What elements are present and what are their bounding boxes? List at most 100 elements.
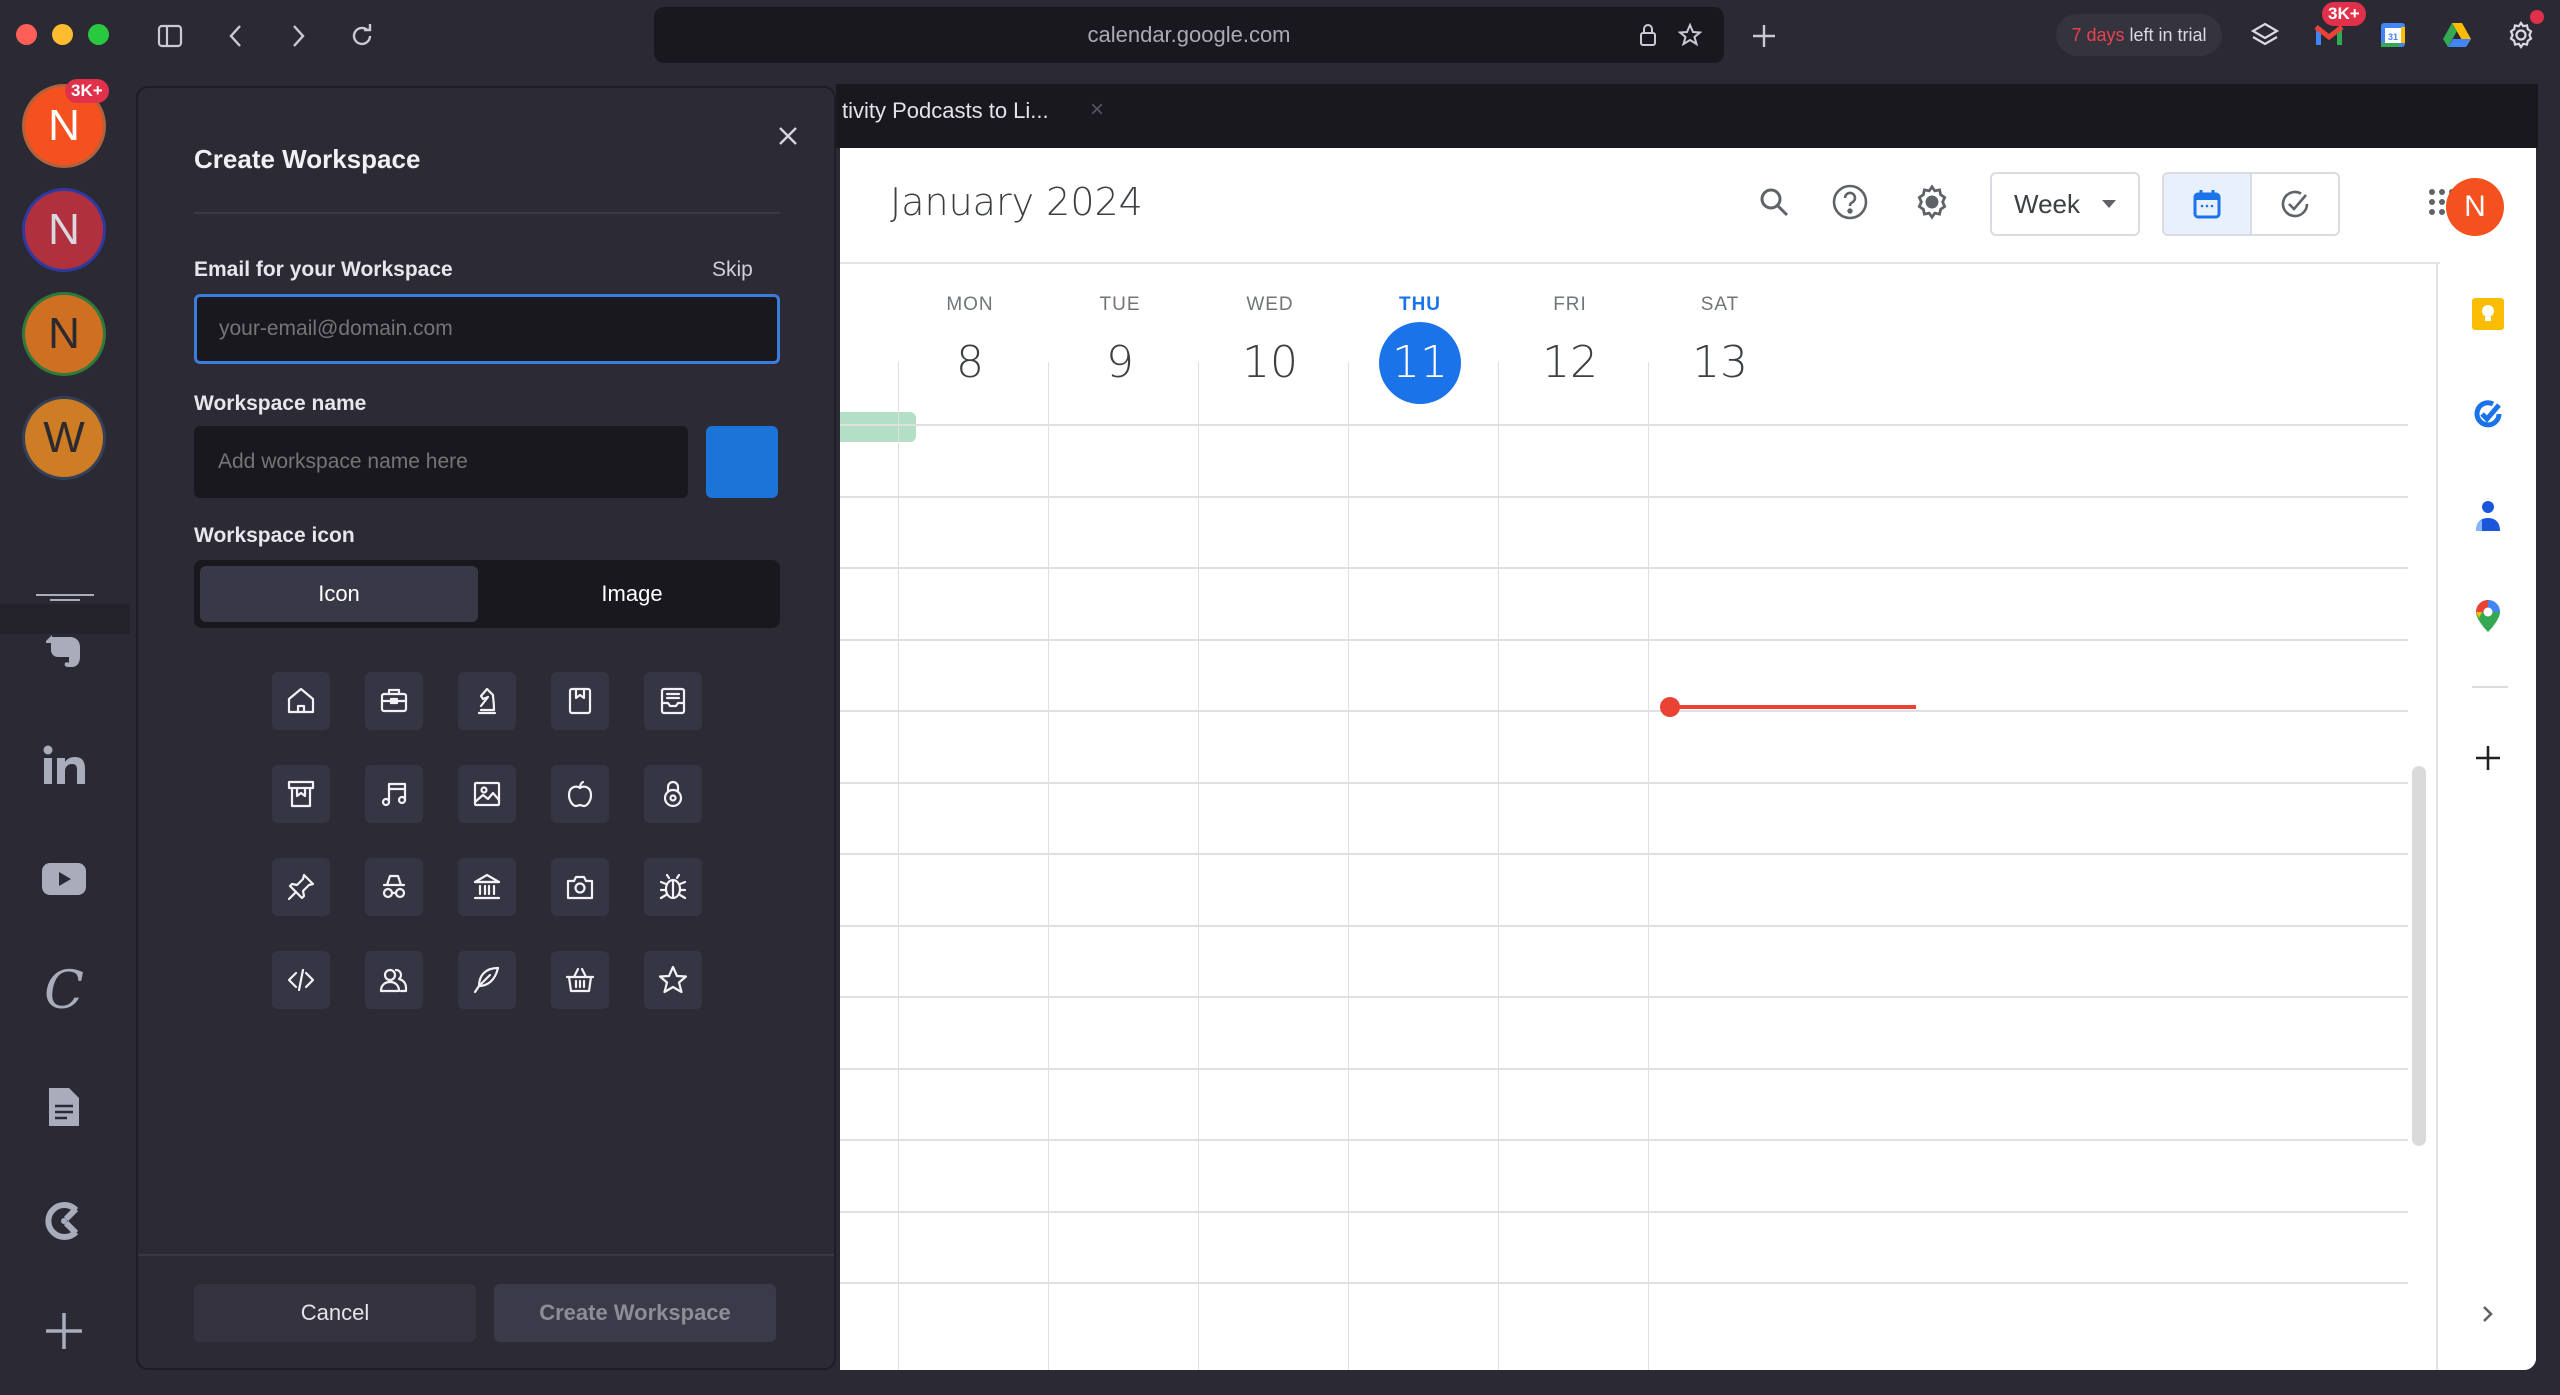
code-icon[interactable] xyxy=(272,951,330,1009)
linkedin-icon[interactable] xyxy=(31,732,97,798)
google-calendar-icon[interactable]: 31 xyxy=(2374,16,2412,54)
trial-badge[interactable]: 7 days left in trial xyxy=(2056,14,2222,56)
day-number[interactable]: 13 xyxy=(1679,322,1761,404)
day-number[interactable]: 8 xyxy=(929,322,1011,404)
day-header[interactable]: MON 8 xyxy=(910,294,1030,404)
tab-close-icon[interactable]: × xyxy=(1090,96,1104,124)
bank-icon[interactable] xyxy=(458,858,516,916)
evernote-icon[interactable] xyxy=(31,620,97,686)
hour-line xyxy=(840,924,2408,927)
feather-icon[interactable] xyxy=(458,951,516,1009)
day-column-divider xyxy=(1348,362,1349,1370)
google-drive-icon[interactable] xyxy=(2438,16,2476,54)
create-workspace-button[interactable]: Create Workspace xyxy=(494,1284,776,1342)
archive-inbox-icon[interactable] xyxy=(644,672,702,730)
workspace-avatar[interactable]: N 3K+ xyxy=(22,79,109,168)
tasks-view-button[interactable] xyxy=(2252,174,2338,234)
google-contacts-icon[interactable] xyxy=(2468,496,2508,536)
address-bar[interactable]: calendar.google.com xyxy=(654,7,1724,63)
lock-icon[interactable] xyxy=(1634,21,1662,49)
workspace-name-field[interactable] xyxy=(194,426,688,498)
title-divider xyxy=(194,212,780,214)
email-field[interactable] xyxy=(194,294,780,364)
basket-icon[interactable] xyxy=(551,951,609,1009)
calendar-view-button[interactable] xyxy=(2164,174,2252,234)
day-name: FRI xyxy=(1553,294,1587,315)
gmail-icon[interactable]: 3K+ xyxy=(2310,2,2366,54)
day-number[interactable]: 10 xyxy=(1229,322,1311,404)
store-icon[interactable] xyxy=(272,765,330,823)
bug-icon[interactable] xyxy=(644,858,702,916)
day-header[interactable]: FRI 12 xyxy=(1510,294,1630,404)
close-icon[interactable] xyxy=(770,118,806,154)
camera-icon[interactable] xyxy=(551,858,609,916)
incognito-icon[interactable] xyxy=(365,858,423,916)
footer-divider xyxy=(138,1254,834,1256)
tab-icon[interactable]: Icon xyxy=(200,566,478,622)
workspace-avatar[interactable]: W xyxy=(22,396,106,480)
day-number[interactable]: 12 xyxy=(1529,322,1611,404)
close-window-button[interactable] xyxy=(16,24,37,45)
hour-line xyxy=(840,1282,2408,1284)
reload-icon[interactable] xyxy=(344,18,380,54)
bookmark-book-icon[interactable] xyxy=(551,672,609,730)
coda-icon[interactable]: C xyxy=(31,958,97,1024)
search-icon[interactable] xyxy=(1750,178,1798,226)
hour-line xyxy=(840,1210,2408,1213)
expand-panel-icon[interactable] xyxy=(2468,1294,2508,1334)
google-keep-icon[interactable] xyxy=(2468,294,2508,334)
lock-dial-icon[interactable] xyxy=(644,765,702,823)
workspace-color-picker[interactable] xyxy=(706,426,778,498)
briefcase-icon[interactable] xyxy=(365,672,423,730)
help-icon[interactable] xyxy=(1826,178,1874,226)
day-number[interactable]: 11 xyxy=(1379,322,1461,404)
day-header[interactable]: THU 11 xyxy=(1360,294,1480,404)
day-number[interactable]: 9 xyxy=(1079,322,1161,404)
apple-icon[interactable] xyxy=(551,765,609,823)
add-app-icon[interactable] xyxy=(31,1298,97,1364)
star-icon[interactable] xyxy=(644,951,702,1009)
tab-image[interactable]: Image xyxy=(492,566,772,622)
drag-handle-icon[interactable] xyxy=(36,590,94,604)
google-maps-icon[interactable] xyxy=(2468,596,2508,636)
google-docs-icon[interactable] xyxy=(31,1074,97,1140)
day-header[interactable]: TUE 9 xyxy=(1060,294,1180,404)
tab-title[interactable]: tivity Podcasts to Li... xyxy=(842,98,1049,124)
new-tab-icon[interactable] xyxy=(1746,18,1782,54)
day-column-divider xyxy=(1648,362,1649,1370)
clockify-icon[interactable] xyxy=(31,1188,97,1254)
settings-icon[interactable] xyxy=(2502,10,2544,54)
users-icon[interactable] xyxy=(365,951,423,1009)
youtube-icon[interactable] xyxy=(31,846,97,912)
tab-bar: tivity Podcasts to Li... × xyxy=(836,84,2538,148)
cancel-button[interactable]: Cancel xyxy=(194,1284,476,1342)
home-icon[interactable] xyxy=(272,672,330,730)
maximize-window-button[interactable] xyxy=(88,24,109,45)
user-avatar[interactable]: N xyxy=(2446,178,2504,236)
add-addon-icon[interactable] xyxy=(2468,738,2508,778)
chess-knight-icon[interactable] xyxy=(458,672,516,730)
chevron-down-icon xyxy=(2102,200,2116,208)
settings-notification-dot xyxy=(2530,10,2544,24)
skip-link[interactable]: Skip xyxy=(712,258,753,282)
workspace-letter: N xyxy=(48,205,80,254)
workspace-avatar[interactable]: N xyxy=(22,188,106,272)
google-tasks-icon[interactable] xyxy=(2468,394,2508,434)
grid-scrollbar[interactable] xyxy=(2412,766,2426,1146)
week-grid[interactable] xyxy=(840,362,2408,1370)
sidebar-toggle-icon[interactable] xyxy=(152,18,188,54)
bookmark-star-icon[interactable] xyxy=(1676,21,1704,49)
pin-icon[interactable] xyxy=(272,858,330,916)
forward-icon[interactable] xyxy=(280,18,316,54)
music-note-icon[interactable] xyxy=(365,765,423,823)
workspace-name-label: Workspace name xyxy=(194,392,367,415)
minimize-window-button[interactable] xyxy=(52,24,73,45)
settings-gear-icon[interactable] xyxy=(1908,178,1956,226)
workspace-avatar[interactable]: N xyxy=(22,292,106,376)
image-icon[interactable] xyxy=(458,765,516,823)
day-header[interactable]: SAT 13 xyxy=(1660,294,1780,404)
layers-icon[interactable] xyxy=(2246,16,2284,54)
day-header[interactable]: WED 10 xyxy=(1210,294,1330,404)
back-icon[interactable] xyxy=(218,18,254,54)
view-selector[interactable]: Week xyxy=(1990,172,2140,236)
